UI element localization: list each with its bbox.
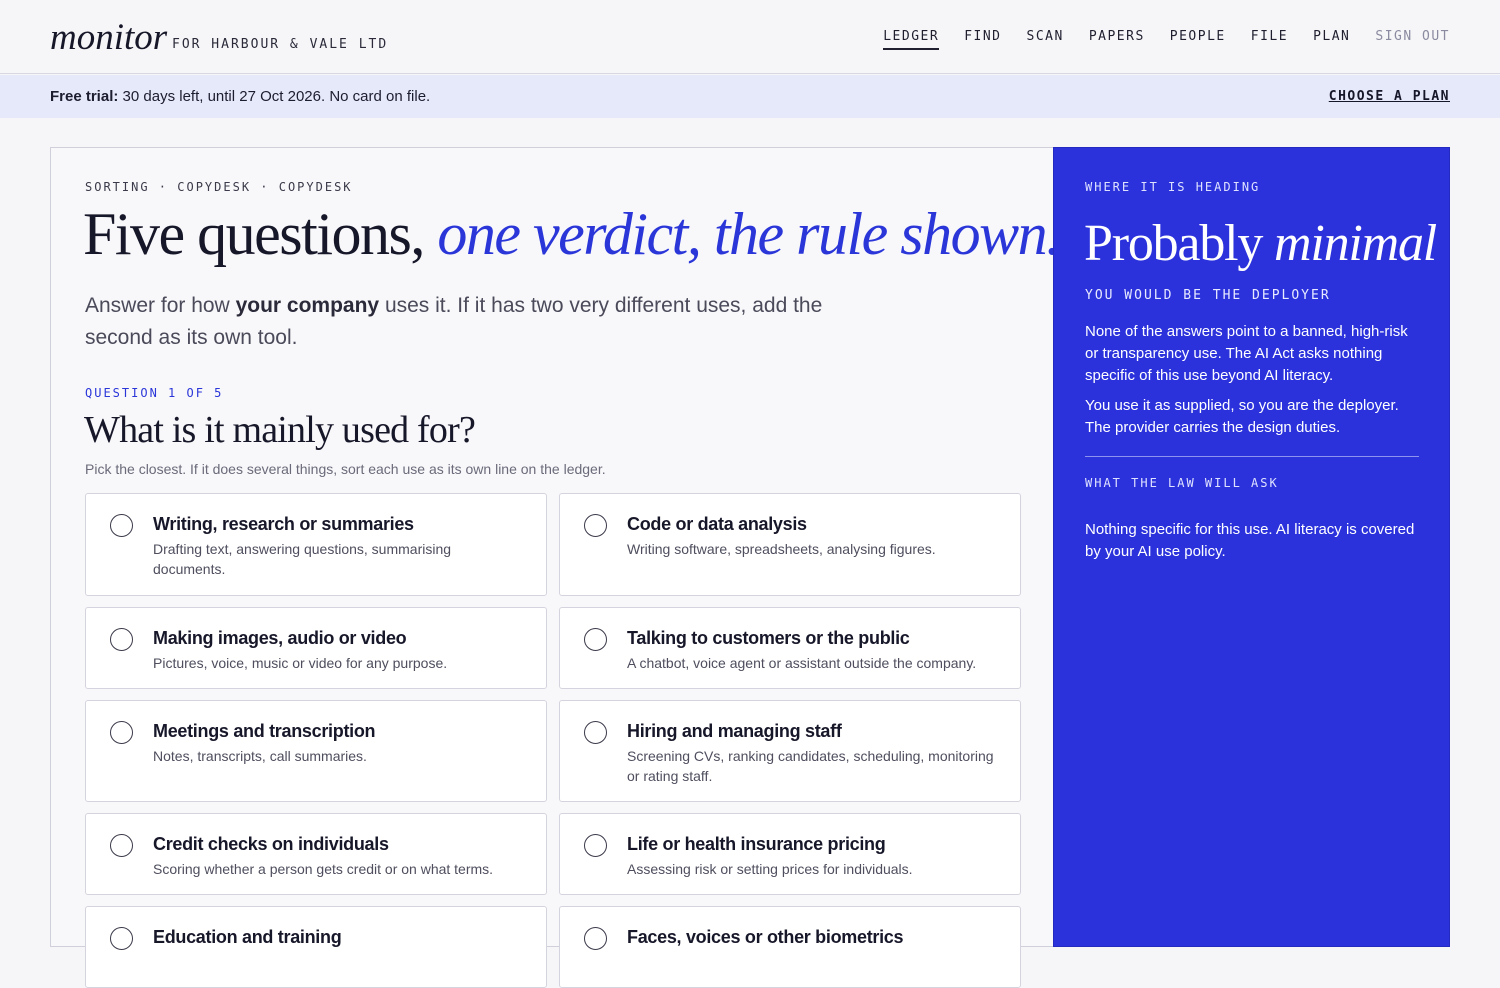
nav-sign-out[interactable]: SIGN OUT xyxy=(1375,29,1450,50)
radio-icon[interactable] xyxy=(110,628,133,651)
option-description: Drafting text, answering questions, summ… xyxy=(153,541,452,577)
verdict-italic: minimal xyxy=(1273,215,1437,272)
intro-pre: Answer for how xyxy=(85,294,236,317)
page-title-plain: Five questions, xyxy=(83,201,438,267)
option-title: Talking to customers or the public xyxy=(627,628,910,648)
breadcrumb: SORTING · COPYDESK · COPYDESK xyxy=(85,180,353,194)
option-code-data[interactable]: Code or data analysis Writing software, … xyxy=(559,493,1021,596)
option-description: Assessing risk or setting prices for ind… xyxy=(627,861,913,877)
main-nav: LEDGER FIND SCAN PAPERS PEOPLE FILE PLAN… xyxy=(883,29,1450,50)
option-title: Faces, voices or other biometrics xyxy=(627,927,904,947)
option-education-training[interactable]: Education and training xyxy=(85,906,547,988)
option-hiring-staff[interactable]: Hiring and managing staff Screening CVs,… xyxy=(559,700,1021,802)
organisation-name: FOR HARBOUR & VALE LTD xyxy=(172,37,389,52)
verdict-explanation: None of the answers point to a banned, h… xyxy=(1085,323,1408,384)
radio-icon[interactable] xyxy=(584,721,607,744)
option-description: Notes, transcripts, call summaries. xyxy=(153,748,367,764)
option-title: Hiring and managing staff xyxy=(627,721,842,741)
option-insurance-pricing[interactable]: Life or health insurance pricing Assessi… xyxy=(559,813,1021,895)
option-title: Making images, audio or video xyxy=(153,628,407,648)
law-text: Nothing specific for this use. AI litera… xyxy=(1085,521,1415,560)
option-title: Meetings and transcription xyxy=(153,721,376,741)
radio-icon[interactable] xyxy=(110,927,133,950)
verdict-eyebrow: WHERE IT IS HEADING xyxy=(1085,180,1261,194)
nav-find[interactable]: FIND xyxy=(964,29,1001,50)
verdict-plain: Probably xyxy=(1084,215,1274,272)
option-title: Code or data analysis xyxy=(627,514,807,534)
option-description: Scoring whether a person gets credit or … xyxy=(153,861,494,877)
option-writing-research[interactable]: Writing, research or summaries Drafting … xyxy=(85,493,547,596)
option-title: Life or health insurance pricing xyxy=(627,834,886,854)
option-description: Writing software, spreadsheets, analysin… xyxy=(627,541,936,557)
app-logo[interactable]: monitor xyxy=(50,16,167,59)
question-counter: QUESTION 1 OF 5 xyxy=(85,386,224,400)
trial-label: Free trial: xyxy=(50,88,119,105)
radio-icon[interactable] xyxy=(584,514,607,537)
question-title: What is it mainly used for? xyxy=(84,409,476,451)
role-label: YOU WOULD BE THE DEPLOYER xyxy=(1085,288,1331,303)
nav-papers[interactable]: PAPERS xyxy=(1089,29,1145,50)
verdict-panel: WHERE IT IS HEADING Probably minimal YOU… xyxy=(1053,147,1450,947)
radio-icon[interactable] xyxy=(584,834,607,857)
radio-icon[interactable] xyxy=(584,628,607,651)
page-title: Five questions, one verdict, the rule sh… xyxy=(83,200,1061,269)
answer-options: Writing, research or summaries Drafting … xyxy=(85,493,1021,988)
radio-icon[interactable] xyxy=(110,514,133,537)
questionnaire-card: SORTING · COPYDESK · COPYDESK Five quest… xyxy=(50,147,1061,988)
radio-icon[interactable] xyxy=(110,721,133,744)
intro-bold: your company xyxy=(235,294,380,317)
option-images-audio-video[interactable]: Making images, audio or video Pictures, … xyxy=(85,607,547,689)
radio-icon[interactable] xyxy=(110,834,133,857)
option-credit-checks[interactable]: Credit checks on individuals Scoring whe… xyxy=(85,813,547,895)
top-header: monitor FOR HARBOUR & VALE LTD LEDGER FI… xyxy=(0,0,1500,74)
choose-plan-link[interactable]: CHOOSE A PLAN xyxy=(1329,89,1450,104)
option-customers-public[interactable]: Talking to customers or the public A cha… xyxy=(559,607,1021,689)
option-meetings-transcription[interactable]: Meetings and transcription Notes, transc… xyxy=(85,700,547,802)
law-label: WHAT THE LAW WILL ASK xyxy=(1085,476,1279,490)
trial-details: 30 days left, until 27 Oct 2026. No card… xyxy=(118,88,431,105)
option-title: Education and training xyxy=(153,927,342,947)
option-title: Writing, research or summaries xyxy=(153,514,414,534)
nav-file[interactable]: FILE xyxy=(1251,29,1288,50)
intro-text: Answer for how your company uses it. If … xyxy=(85,290,845,354)
role-explanation: You use it as supplied, so you are the d… xyxy=(1085,397,1399,436)
nav-ledger[interactable]: LEDGER xyxy=(883,29,940,50)
panel-divider xyxy=(1085,456,1419,457)
option-description: Screening CVs, ranking candidates, sched… xyxy=(627,748,994,784)
trial-status: Free trial: 30 days left, until 27 Oct 2… xyxy=(50,88,430,105)
page-title-accent: one verdict, the rule shown. xyxy=(437,201,1061,267)
nav-scan[interactable]: SCAN xyxy=(1027,29,1064,50)
nav-plan[interactable]: PLAN xyxy=(1313,29,1350,50)
verdict-title: Probably minimal xyxy=(1084,214,1437,273)
trial-banner: Free trial: 30 days left, until 27 Oct 2… xyxy=(0,75,1500,118)
option-biometrics[interactable]: Faces, voices or other biometrics xyxy=(559,906,1021,988)
question-hint: Pick the closest. If it does several thi… xyxy=(85,461,606,477)
option-description: A chatbot, voice agent or assistant outs… xyxy=(627,655,977,671)
nav-people[interactable]: PEOPLE xyxy=(1170,29,1226,50)
radio-icon[interactable] xyxy=(584,927,607,950)
option-title: Credit checks on individuals xyxy=(153,834,389,854)
option-description: Pictures, voice, music or video for any … xyxy=(153,655,448,671)
